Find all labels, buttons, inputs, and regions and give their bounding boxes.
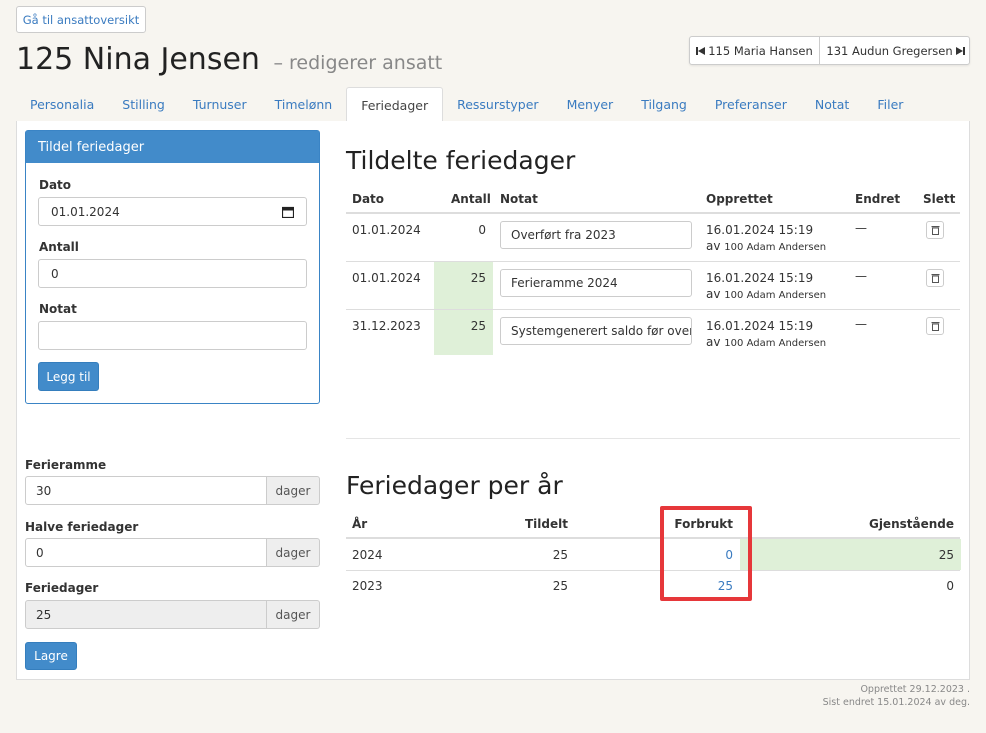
add-button[interactable]: Legg til [38, 362, 99, 391]
next-employee-label: 131 Audun Gregersen [826, 43, 953, 58]
year-cell: 2023 [352, 579, 383, 593]
assigned-cell: 25 [552, 579, 568, 593]
employee-name: 125 Nina Jensen [16, 42, 260, 77]
assigned-heading: Tildelte feriedager [346, 146, 576, 175]
frame-input-group: 30 dager [25, 476, 320, 505]
row-divider [346, 309, 960, 310]
tab-menyer[interactable]: Menyer [553, 87, 628, 122]
col-count: Antall [451, 192, 491, 206]
tab-personalia[interactable]: Personalia [16, 87, 108, 122]
half-days-field[interactable]: 0 [25, 538, 267, 567]
count-field[interactable]: 0 [38, 259, 307, 288]
remaining-cell: 25 [938, 548, 954, 562]
col-remaining: Gjenstående [868, 517, 954, 531]
date-value: 01.01.2024 [51, 204, 120, 219]
section-divider [346, 438, 960, 439]
back-to-overview-button[interactable]: Gå til ansattoversikt [16, 6, 146, 33]
row-date: 31.12.2023 [352, 319, 421, 333]
created-info: Opprettet 29.12.2023 . [860, 684, 970, 695]
next-employee-button[interactable]: 131 Audun Gregersen [820, 37, 971, 64]
changed-info: Sist endret 15.01.2024 av deg. [822, 697, 970, 708]
col-changed: Endret [855, 192, 901, 206]
trash-icon [931, 274, 939, 283]
tab-timelonn[interactable]: Timelønn [261, 87, 347, 122]
record-footer: Opprettet 29.12.2023 . Sist endret 15.01… [823, 683, 970, 709]
vacation-days-input-group: 25 dager [25, 600, 320, 629]
row-created-by: av 100 Adam Andersen [706, 335, 827, 349]
trash-icon [931, 226, 939, 235]
row-created: 16.01.2024 15:19 [706, 223, 814, 237]
tab-bar: Personalia Stilling Turnuser Timelønn Fe… [16, 87, 970, 123]
frame-label: Ferieramme [25, 458, 107, 472]
row-created-by: av 100 Adam Andersen [706, 239, 827, 253]
row-changed: — [855, 269, 867, 283]
page-title: 125 Nina Jensen – redigerer ansatt [16, 42, 442, 77]
col-year: År [352, 517, 368, 531]
frame-field[interactable]: 30 [25, 476, 267, 505]
col-date: Dato [352, 192, 385, 206]
calendar-icon[interactable] [282, 206, 294, 218]
delete-button[interactable] [926, 221, 944, 239]
vacation-days-field: 25 [25, 600, 267, 629]
skip-previous-icon [696, 46, 706, 55]
row-count: 25 [470, 271, 486, 285]
row-divider [346, 570, 960, 571]
col-created: Opprettet [706, 192, 773, 206]
tab-preferanser[interactable]: Preferanser [701, 87, 801, 122]
tab-turnuser[interactable]: Turnuser [179, 87, 261, 122]
col-assigned: Tildelt [525, 517, 568, 531]
row-count: 25 [470, 319, 486, 333]
employee-pager: 115 Maria Hansen 131 Audun Gregersen [689, 36, 970, 65]
page-subtitle: – redigerer ansatt [273, 52, 443, 74]
save-button[interactable]: Lagre [25, 642, 77, 670]
trash-icon [931, 322, 939, 331]
frame-unit: dager [267, 476, 320, 505]
col-note: Notat [500, 192, 538, 206]
half-days-label: Halve feriedager [25, 520, 139, 534]
row-created: 16.01.2024 15:19 [706, 319, 814, 333]
delete-button[interactable] [926, 317, 944, 335]
row-created-by: av 100 Adam Andersen [706, 287, 827, 301]
note-label: Notat [39, 302, 77, 316]
vacation-days-label: Feriedager [25, 581, 99, 595]
tab-ressurstyper[interactable]: Ressurstyper [443, 87, 552, 122]
half-days-unit: dager [267, 538, 320, 567]
row-changed: — [855, 317, 867, 331]
row-date: 01.01.2024 [352, 271, 421, 285]
assign-card-heading: Tildel feriedager [26, 131, 319, 163]
row-note-field[interactable]: Systemgenerert saldo før overføring [500, 317, 692, 345]
row-divider [346, 261, 960, 262]
row-note-field[interactable]: Overført fra 2023 [500, 221, 692, 249]
remaining-cell: 0 [946, 579, 954, 593]
previous-employee-button[interactable]: 115 Maria Hansen [690, 37, 820, 64]
row-changed: — [855, 221, 867, 235]
year-cell: 2024 [352, 548, 383, 562]
vacation-days-unit: dager [267, 600, 320, 629]
tab-filer[interactable]: Filer [863, 87, 917, 122]
row-count: 0 [478, 223, 486, 237]
per-year-heading: Feriedager per år [346, 471, 563, 500]
date-field[interactable]: 01.01.2024 [38, 197, 307, 226]
skip-next-icon [955, 46, 965, 55]
tab-notat[interactable]: Notat [801, 87, 863, 122]
date-label: Dato [39, 178, 72, 192]
count-label: Antall [39, 240, 79, 254]
half-days-input-group: 0 dager [25, 538, 320, 567]
delete-button[interactable] [926, 269, 944, 287]
row-date: 01.01.2024 [352, 223, 421, 237]
row-note-field[interactable]: Ferieramme 2024 [500, 269, 692, 297]
table-header-rule [346, 212, 960, 214]
tab-stilling[interactable]: Stilling [108, 87, 179, 122]
row-created: 16.01.2024 15:19 [706, 271, 814, 285]
col-delete: Slett [923, 192, 956, 206]
previous-employee-label: 115 Maria Hansen [708, 43, 813, 58]
note-field[interactable] [38, 321, 307, 350]
tab-tilgang[interactable]: Tilgang [627, 87, 701, 122]
annotation-highlight-box [660, 506, 752, 601]
tab-feriedager[interactable]: Feriedager [346, 87, 444, 123]
assigned-cell: 25 [552, 548, 568, 562]
